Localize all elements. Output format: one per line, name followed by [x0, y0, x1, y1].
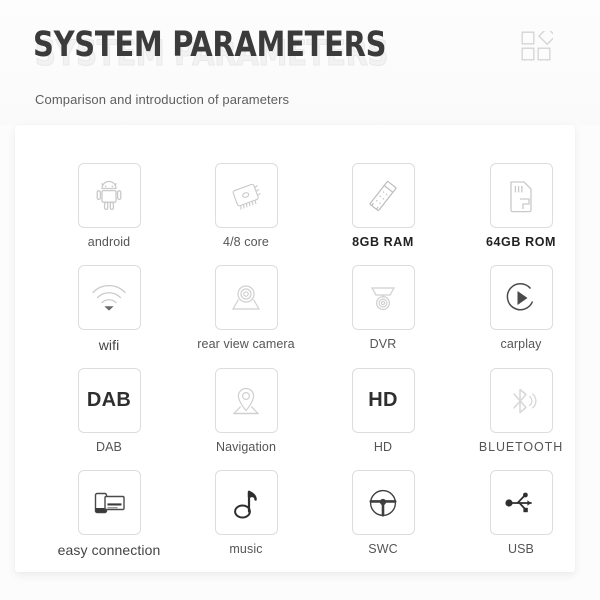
dome-camera-icon	[365, 282, 401, 314]
parameter-cell-easy-connection[interactable]: easy connection	[39, 470, 179, 558]
parameter-label-music: music	[229, 542, 263, 556]
android-robot-icon	[92, 179, 126, 213]
parameter-cell-bluetooth[interactable]: BLUETOOTH	[451, 368, 591, 454]
usb-icon	[502, 488, 540, 518]
page-title: SYSTEM PARAMETERS	[33, 25, 387, 65]
parameter-cell-wifi[interactable]: wifi	[39, 265, 179, 353]
parameter-card-music[interactable]	[214, 470, 278, 535]
parameter-card-wifi[interactable]	[77, 265, 141, 330]
play-circle-icon	[503, 280, 539, 316]
parameter-card-dab[interactable]: DAB	[77, 368, 141, 433]
parameter-label-swc: SWC	[368, 542, 398, 556]
parameter-card-core[interactable]	[214, 163, 278, 228]
music-note-icon	[231, 485, 261, 521]
page-subtitle: Comparison and introduction of parameter…	[35, 92, 290, 107]
parameter-card-ram[interactable]	[351, 163, 415, 228]
parameter-cell-dvr[interactable]: DVR	[313, 265, 453, 351]
steering-wheel-icon	[365, 485, 401, 521]
parameter-label-hd: HD	[373, 440, 393, 454]
parameter-card-dvr[interactable]	[351, 265, 415, 330]
parameter-cell-hd[interactable]: HD HD	[313, 368, 453, 454]
parameters-panel: android 4/8 core 8GB RAM 64GB ROM wifi r…	[15, 125, 575, 572]
parameter-card-hd[interactable]: HD	[351, 368, 415, 433]
parameter-card-rear-view-camera[interactable]	[214, 265, 278, 330]
memory-stick-icon	[365, 178, 401, 214]
card-text-dab: DAB	[86, 389, 132, 411]
page-header: SYSTEM PARAMETERS SYSTEM PARAMETERS Comp…	[0, 0, 600, 125]
squares-diamond-icon	[521, 31, 553, 61]
parameter-cell-dab[interactable]: DAB DAB	[39, 368, 179, 454]
wifi-icon	[90, 283, 128, 313]
parameter-label-carplay: carplay	[500, 337, 542, 351]
parameter-cell-carplay[interactable]: carplay	[451, 265, 591, 351]
parameter-cell-core[interactable]: 4/8 core	[176, 163, 316, 249]
rear-camera-icon	[227, 282, 265, 314]
parameter-card-bluetooth[interactable]	[489, 368, 553, 433]
parameter-label-android: android	[87, 235, 131, 249]
parameter-cell-swc[interactable]: SWC	[313, 470, 453, 556]
parameter-label-ram: 8GB RAM	[352, 235, 414, 249]
bluetooth-icon	[503, 385, 539, 417]
parameter-label-bluetooth: BLUETOOTH	[478, 440, 564, 454]
parameter-card-carplay[interactable]	[489, 265, 553, 330]
parameter-cell-navigation[interactable]: Navigation	[176, 368, 316, 454]
parameter-cell-android[interactable]: android	[39, 163, 179, 249]
screen-mirror-icon	[89, 487, 129, 519]
card-text-hd: HD	[368, 389, 398, 411]
map-pin-icon	[229, 384, 263, 418]
parameter-cell-ram[interactable]: 8GB RAM	[313, 163, 453, 249]
parameter-card-swc[interactable]	[351, 470, 415, 535]
parameter-label-navigation: Navigation	[215, 440, 277, 454]
parameter-label-rear-view-camera: rear view camera	[197, 337, 295, 351]
parameter-label-core: 4/8 core	[223, 235, 269, 249]
parameter-label-usb: USB	[507, 542, 534, 556]
parameters-grid: android 4/8 core 8GB RAM 64GB ROM wifi r…	[15, 125, 575, 572]
parameter-card-rom[interactable]	[489, 163, 553, 228]
parameter-cell-usb[interactable]: USB	[451, 470, 591, 556]
sd-card-icon	[505, 179, 537, 213]
parameter-cell-music[interactable]: music	[176, 470, 316, 556]
parameter-card-android[interactable]	[77, 163, 141, 228]
parameter-label-dab: DAB	[95, 440, 122, 454]
parameter-cell-rom[interactable]: 64GB ROM	[451, 163, 591, 249]
parameter-card-navigation[interactable]	[214, 368, 278, 433]
parameter-label-easy-connection: easy connection	[57, 542, 161, 558]
parameter-card-usb[interactable]	[489, 470, 553, 535]
parameter-cell-rear-view-camera[interactable]: rear view camera	[176, 265, 316, 351]
parameter-label-rom: 64GB ROM	[485, 235, 557, 249]
parameter-card-easy-connection[interactable]	[77, 470, 141, 535]
parameter-label-dvr: DVR	[369, 337, 397, 351]
cpu-chip-icon	[226, 180, 266, 212]
parameter-label-wifi: wifi	[98, 337, 120, 353]
